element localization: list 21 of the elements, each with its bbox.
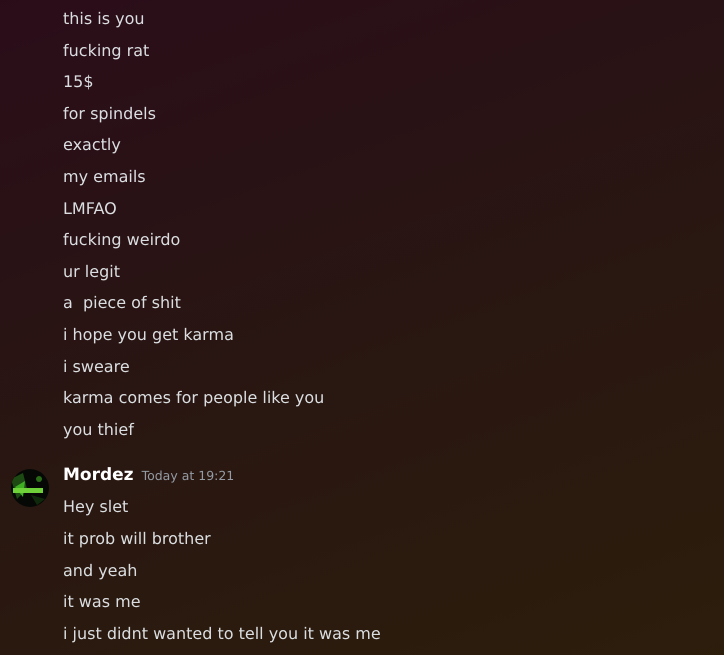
message-text: 15$ xyxy=(63,71,95,94)
message-text: it prob will brother xyxy=(63,528,212,550)
message-text: it was me xyxy=(63,591,142,614)
message-text: LMFAO xyxy=(63,198,118,220)
message-text: you thief xyxy=(63,418,136,441)
message-text: this is you xyxy=(63,8,146,30)
message-text: karma comes for people like you xyxy=(63,387,324,410)
message-text: i just didnt wanted to tell you it was me xyxy=(63,622,381,645)
message-text: exactly xyxy=(63,134,122,156)
message-text: i hope you get karma xyxy=(63,324,235,346)
message-text: my emails xyxy=(63,166,147,188)
message-text: for spindels xyxy=(63,102,157,125)
message-text: a piece of shit xyxy=(63,292,182,314)
timestamp: Today at 19:21 xyxy=(142,468,234,484)
username[interactable]: Mordez xyxy=(63,465,134,486)
message-text: i sweare xyxy=(63,356,131,378)
message-text: fucking weirdo xyxy=(63,229,182,252)
message-text: Hey slet xyxy=(63,496,130,518)
message-text: fucking rat xyxy=(63,40,150,62)
message-text: and yeah xyxy=(63,560,138,582)
message-text: ur legit xyxy=(63,260,121,283)
